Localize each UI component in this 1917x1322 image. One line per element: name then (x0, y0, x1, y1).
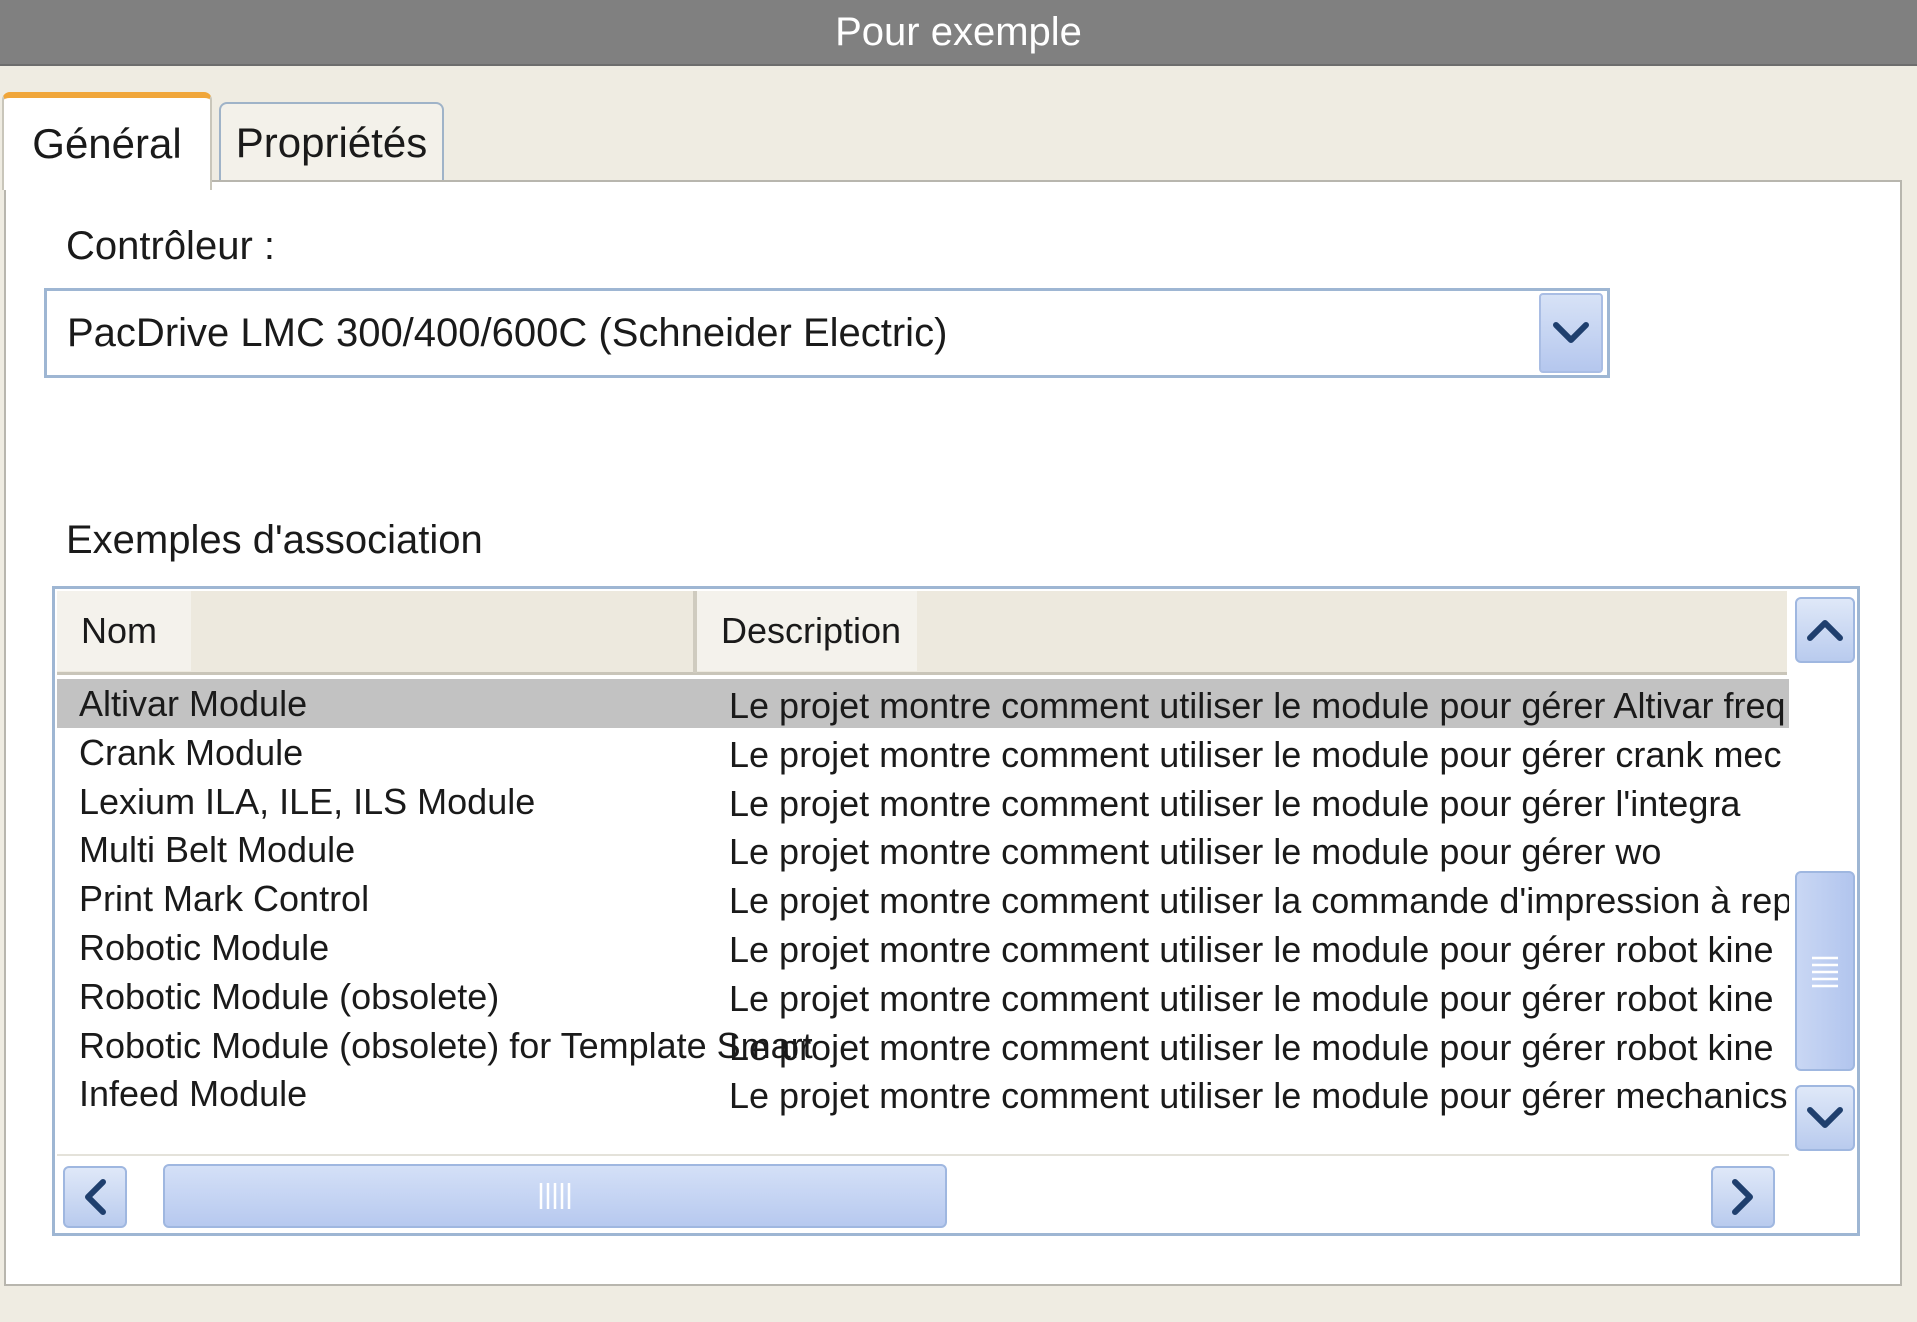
column-header-name-label: Nom (81, 610, 158, 651)
row-description: Le projet montre comment utiliser le mod… (729, 831, 1662, 873)
column-header-description[interactable]: Description (697, 591, 917, 671)
table-row[interactable]: Robotic Module Le projet montre comment … (57, 923, 1789, 972)
row-name: Crank Module (79, 731, 304, 773)
table-row[interactable]: Altivar Module Le projet montre comment … (57, 679, 1789, 728)
row-name: Robotic Module (obsolete) for Template S… (79, 1024, 813, 1066)
title-bar: Pour exemple (0, 0, 1917, 66)
chevron-up-icon[interactable] (1795, 597, 1855, 663)
tab-properties[interactable]: Propriétés (219, 102, 444, 182)
chevron-left-icon[interactable] (63, 1166, 127, 1228)
grip-lines-icon (539, 1183, 571, 1209)
row-description: Le projet montre comment utiliser le mod… (729, 685, 1786, 726)
table-row[interactable]: Print Mark Control Le projet montre comm… (57, 874, 1857, 923)
column-header-name[interactable]: Nom (57, 591, 191, 671)
row-description: Le projet montre comment utiliser le mod… (729, 733, 1782, 775)
dialog-footer (4, 1286, 1902, 1322)
tab-content-panel: Contrôleur : PacDrive LMC 300/400/600C (… (4, 180, 1902, 1286)
window-title: Pour exemple (835, 9, 1082, 54)
controller-dropdown[interactable]: PacDrive LMC 300/400/600C (Schneider Ele… (44, 288, 1610, 378)
table-row[interactable]: Infeed Module Le projet montre comment u… (57, 1069, 1789, 1118)
row-name: Robotic Module (79, 926, 330, 968)
row-description: Le projet montre comment utiliser le mod… (729, 928, 1774, 970)
controller-label: Contrôleur : (66, 224, 275, 268)
examples-table: Nom Description Altivar Module Le projet… (52, 586, 1860, 1236)
chevron-right-icon[interactable] (1711, 1166, 1775, 1228)
row-description: Le projet montre comment utiliser le mod… (729, 1026, 1774, 1068)
row-name: Altivar Module (79, 683, 308, 724)
vertical-scrollbar[interactable] (1789, 589, 1857, 1154)
row-description: Le projet montre comment utiliser le mod… (729, 977, 1774, 1019)
row-name: Robotic Module (obsolete) (79, 975, 500, 1017)
row-description: Le projet montre comment utiliser la com… (729, 880, 1860, 922)
table-body: Altivar Module Le projet montre comment … (57, 679, 1857, 1118)
chevron-down-icon[interactable] (1795, 1085, 1855, 1151)
tab-properties-label: Propriétés (235, 119, 428, 166)
row-name: Print Mark Control (79, 878, 370, 920)
row-name: Lexium ILA, ILE, ILS Module (79, 780, 536, 822)
table-row[interactable]: Robotic Module (obsolete) Le projet mont… (57, 972, 1789, 1021)
examples-label: Exemples d'association (66, 518, 483, 562)
row-name: Infeed Module (79, 1073, 308, 1115)
tab-general[interactable]: Général (2, 92, 212, 190)
vertical-scroll-thumb[interactable] (1795, 871, 1855, 1071)
table-row[interactable]: Crank Module Le projet montre comment ut… (57, 728, 1789, 777)
controller-selected-value: PacDrive LMC 300/400/600C (Schneider Ele… (67, 310, 948, 355)
row-description: Le projet montre comment utiliser le mod… (729, 1075, 1788, 1117)
dialog-window: Pour exemple Général Propriétés Contrôle… (0, 0, 1917, 1322)
table-header: Nom Description (57, 591, 1787, 675)
row-name: Multi Belt Module (79, 829, 356, 871)
table-row[interactable]: Lexium ILA, ILE, ILS Module Le projet mo… (57, 777, 1789, 826)
grip-lines-icon (1812, 956, 1838, 988)
table-row[interactable]: Robotic Module (obsolete) for Template S… (57, 1021, 1789, 1070)
tab-general-label: Général (32, 120, 182, 167)
table-row[interactable]: Multi Belt Module Le projet montre comme… (57, 825, 1789, 874)
column-header-description-label: Description (721, 610, 902, 651)
chevron-down-icon[interactable] (1539, 293, 1603, 373)
horizontal-scroll-thumb[interactable] (163, 1164, 947, 1228)
row-description: Le projet montre comment utiliser le mod… (729, 782, 1741, 824)
horizontal-scrollbar[interactable] (57, 1154, 1789, 1233)
